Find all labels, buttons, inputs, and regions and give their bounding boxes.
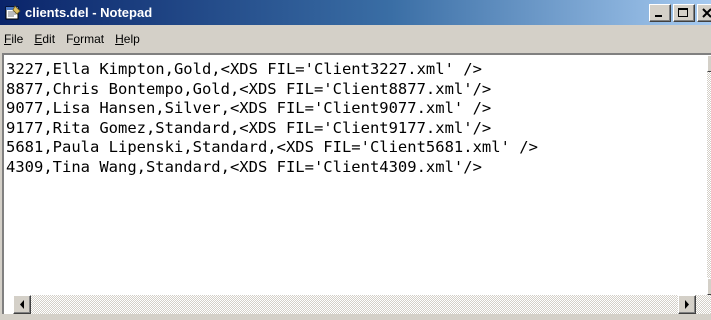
text-line: 3227,Ella Kimpton,Gold,<XDS FIL='Client3… (6, 60, 482, 78)
menu-bar: File Edit Format Help (0, 25, 711, 53)
horizontal-scrollbar[interactable] (31, 295, 711, 314)
text-line: 5681,Paula Lipenski,Standard,<XDS FIL='C… (6, 138, 538, 156)
notepad-window: clients.del - Notepad File Edit Format H… (0, 0, 711, 320)
scroll-left-icon (20, 300, 24, 309)
close-icon (702, 8, 711, 18)
window-controls (649, 4, 711, 22)
text-line: 9177,Rita Gomez,Standard,<XDS FIL='Clien… (6, 118, 492, 137)
window-title: clients.del - Notepad (25, 5, 153, 20)
notepad-icon[interactable] (5, 5, 21, 20)
minimize-icon (655, 15, 662, 17)
text-editor[interactable]: 3227,Ella Kimpton,Gold,<XDS FIL='Client3… (2, 53, 711, 320)
document-text[interactable]: 3227,Ella Kimpton,Gold,<XDS FIL='Client3… (6, 60, 538, 177)
minimize-button[interactable] (649, 4, 671, 22)
scroll-right-button[interactable] (678, 295, 696, 314)
title-bar[interactable]: clients.del - Notepad (0, 0, 711, 25)
menu-edit[interactable]: Edit (30, 29, 62, 49)
scroll-left-button[interactable] (13, 295, 31, 314)
window-frame-bottom (2, 314, 711, 320)
maximize-button[interactable] (673, 4, 695, 22)
text-line: 9077,Lisa Hansen,Silver,<XDS FIL='Client… (6, 99, 492, 117)
scroll-right-icon (685, 300, 689, 309)
text-line: 8877,Chris Bontempo,Gold,<XDS FIL='Clien… (6, 79, 492, 98)
scroll-up-button[interactable] (707, 55, 711, 72)
text-line: 4309,Tina Wang,Standard,<XDS FIL='Client… (6, 157, 482, 176)
menu-format[interactable]: Format (62, 29, 111, 49)
scroll-down-button[interactable] (707, 278, 711, 295)
maximize-icon (678, 8, 688, 17)
close-button[interactable] (697, 4, 711, 22)
menu-help[interactable]: Help (111, 29, 147, 49)
vertical-scrollbar[interactable] (707, 55, 711, 295)
menu-file[interactable]: File (0, 29, 30, 49)
